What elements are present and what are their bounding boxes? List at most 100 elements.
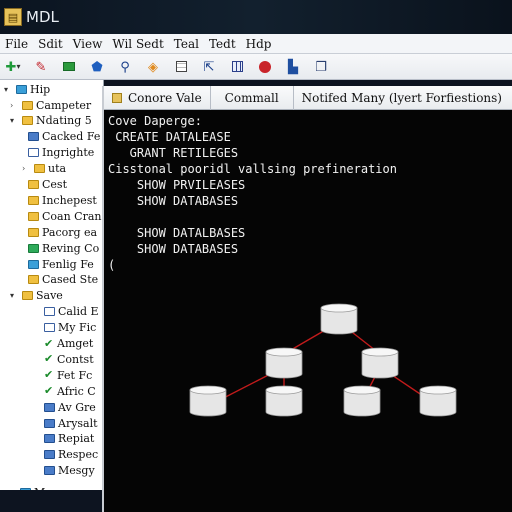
tree-root-label: Hip xyxy=(30,82,51,96)
console-line: GRANT RETILEGES xyxy=(108,146,239,160)
edit-pencil-icon[interactable]: ✎ xyxy=(32,58,50,76)
expand-toggle-icon[interactable]: › xyxy=(22,164,32,173)
folder-icon xyxy=(28,227,39,237)
console-prompt[interactable]: ( xyxy=(108,258,115,272)
menu-edit[interactable]: Sdit xyxy=(37,37,64,51)
grid-icon[interactable] xyxy=(172,58,190,76)
tree-item-my-fic[interactable]: My Fic xyxy=(38,321,96,335)
tree-item-fenlig-fe[interactable]: Fenlig Fe xyxy=(22,257,94,271)
nav-arrows-icon[interactable]: ✚ ▾ xyxy=(4,58,22,76)
tree-item-cest[interactable]: Cest xyxy=(22,178,67,192)
app-logo-icon: ▤ xyxy=(4,8,22,26)
tree-item-ndating-5[interactable]: ▾ Ndating 5 xyxy=(10,114,92,128)
tree-item-label: Coan Cran xyxy=(42,209,102,223)
collapse-toggle-icon[interactable]: ▾ xyxy=(4,85,14,94)
database-node-leaf-3 xyxy=(343,385,381,417)
tab-commall[interactable]: Commall xyxy=(211,85,294,110)
grid-icon xyxy=(28,148,39,158)
tree-item-label: uta xyxy=(48,162,67,176)
tree-item-reving-co[interactable]: Reving Co xyxy=(22,241,99,255)
menu-help[interactable]: Hdp xyxy=(245,37,273,51)
query-window[interactable]: Conore Vale Commall Notifed Many (lyert … xyxy=(102,85,512,512)
green-box-icon[interactable] xyxy=(60,58,78,76)
menu-wil-sedt[interactable]: Wil Sedt xyxy=(111,37,164,51)
tree-item-respec[interactable]: Respec xyxy=(38,448,98,462)
tree-item-calid-e[interactable]: Calid E xyxy=(38,305,99,319)
folder-icon xyxy=(22,100,33,110)
tree-root[interactable]: ▾ Hip xyxy=(4,82,50,96)
tree-item-ingrighte[interactable]: Ingrighte xyxy=(22,146,94,160)
toolbar: ✚ ▾ ✎ ⬟ ⚲ ◈ ⇱ ▙ ❐ xyxy=(0,54,512,80)
tree-item-label: Pacorg ea xyxy=(42,225,98,239)
blue-shield-icon[interactable]: ⬟ xyxy=(88,58,106,76)
folder-icon xyxy=(28,180,39,189)
grid-icon xyxy=(44,323,55,333)
tree-item-label: My Fic xyxy=(58,321,97,335)
tree-item-campeter[interactable]: › Campeter xyxy=(10,98,91,112)
folder-icon xyxy=(22,116,33,126)
tree-item-pacorg-ea[interactable]: Pacorg ea xyxy=(22,225,97,239)
pointer-icon[interactable]: ⇱ xyxy=(200,58,218,76)
menu-tools[interactable]: Teal xyxy=(173,37,200,51)
grid-icon xyxy=(44,307,55,317)
checkmark-icon: ✔ xyxy=(44,352,54,366)
table-icon xyxy=(44,402,55,412)
tree-item-cacked-fe[interactable]: Cacked Fe xyxy=(22,130,100,144)
tree-item-label: Contst xyxy=(57,352,94,366)
tree-item-amget[interactable]: ✔ Amget xyxy=(38,337,93,351)
tree-item-afric-c[interactable]: ✔ Afric C xyxy=(38,384,96,398)
console-line: Cisstonal pooridl vallsing prefineration xyxy=(108,162,397,176)
expand-toggle-icon[interactable]: › xyxy=(10,101,20,110)
tree-item-inchepest[interactable]: Inchepest xyxy=(22,193,97,207)
tree-item-label: Repiat xyxy=(58,432,95,446)
menu-file[interactable]: File xyxy=(4,37,29,51)
console-line: CREATE DATALEASE xyxy=(108,130,231,144)
console-line: SHOW PRVILEASES xyxy=(108,178,246,192)
checkmark-icon: ✔ xyxy=(44,384,54,398)
tree-item-coan-cran[interactable]: Coan Cran xyxy=(22,209,102,223)
tree-item-uta[interactable]: › uta xyxy=(22,162,66,176)
windows-icon[interactable]: ❐ xyxy=(312,58,330,76)
database-node-leaf-1 xyxy=(189,385,227,417)
checkmark-icon: ✔ xyxy=(44,336,54,350)
diagram-nodes xyxy=(189,303,457,417)
checkmark-icon: ✔ xyxy=(44,368,54,382)
database-node-leaf-4 xyxy=(419,385,457,417)
stop-icon[interactable] xyxy=(256,58,274,76)
tree-item-fet-fc[interactable]: ✔ Fet Fc xyxy=(38,368,92,382)
tab-conore-vale[interactable]: Conore Vale xyxy=(104,85,211,110)
window-title: MDL xyxy=(26,8,59,26)
tree-item-mesgy[interactable]: Mesgy xyxy=(38,464,95,478)
tree-item-save[interactable]: ▾ Save xyxy=(10,289,63,303)
tree-item-contst[interactable]: ✔ Contst xyxy=(38,352,94,366)
tab-doc-icon xyxy=(112,92,122,103)
tree-item-arysalt[interactable]: Arysalt xyxy=(38,416,98,430)
database-node-mid-left xyxy=(265,347,303,379)
collapse-toggle-icon[interactable]: ▾ xyxy=(10,116,20,125)
tab-label: Conore Vale xyxy=(128,90,202,105)
tree-item-label: Fenlig Fe xyxy=(42,257,94,271)
console-line: SHOW DATALBASES xyxy=(108,226,246,240)
tag-icon[interactable]: ◈ xyxy=(144,58,162,76)
table-icon[interactable] xyxy=(228,58,246,76)
tab-label: Notifed Many (lyert Forfiestions) xyxy=(301,90,502,105)
console-line: SHOW DATABASES xyxy=(108,194,239,208)
folder-icon xyxy=(34,164,45,174)
folder-icon xyxy=(28,275,39,285)
menu-test[interactable]: Tedt xyxy=(208,37,237,51)
menu-view[interactable]: View xyxy=(72,37,104,51)
tree-item-av-gre[interactable]: Av Gre xyxy=(38,400,96,414)
title-bar: ▤ MDL xyxy=(0,0,512,34)
tab-notified-many[interactable]: Notifed Many (lyert Forfiestions) xyxy=(294,86,510,110)
tree-item-label: Amget xyxy=(57,337,94,350)
database-icon xyxy=(28,259,39,269)
collapse-toggle-icon[interactable]: ▾ xyxy=(10,291,20,300)
tree-item-cased-ste[interactable]: Cased Ste xyxy=(22,273,98,287)
search-icon[interactable]: ⚲ xyxy=(116,58,134,76)
chart-icon[interactable]: ▙ xyxy=(284,58,302,76)
tree-item-label: Respec xyxy=(58,448,99,462)
tree-item-label: Cased Ste xyxy=(42,273,99,287)
bottom-strip xyxy=(0,490,104,512)
menu-bar: File Sdit View Wil Sedt Teal Tedt Hdp xyxy=(0,34,512,54)
tree-item-repiat[interactable]: Repiat xyxy=(38,432,94,446)
